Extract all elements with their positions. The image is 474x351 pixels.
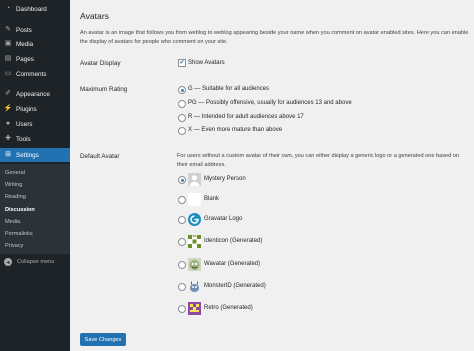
page-icon: ▤	[4, 55, 12, 62]
monsterid-avatar	[188, 280, 201, 293]
brush-icon: ✐	[5, 90, 11, 97]
submenu-item-discussion[interactable]: Discussion	[5, 207, 35, 213]
settings-icon: ⊞	[5, 151, 11, 158]
sidebar-item-appearance[interactable]: ✐ Appearance	[0, 87, 70, 101]
save-changes-button[interactable]: Save Changes	[80, 333, 126, 346]
submenu-item-reading[interactable]: Reading	[5, 194, 26, 200]
wrench-icon: ✚	[5, 135, 11, 142]
comment-icon: ▭	[4, 70, 12, 77]
sidebar-item-tools[interactable]: ✚ Tools	[0, 132, 70, 146]
collapse-menu-button[interactable]: ◂ Collapse menu	[0, 255, 70, 269]
settings-main: Avatars An avatar is an image that follo…	[70, 0, 474, 351]
sidebar-item-dashboard[interactable]: ◔ Dashboard	[0, 2, 70, 16]
avatar-gravatar-label[interactable]: Gravatar Logo	[204, 216, 242, 222]
avatar-identicon-label[interactable]: Identicon (Generated)	[204, 238, 262, 244]
avatar-blank-radio[interactable]	[178, 196, 186, 204]
avatar-mystery-radio[interactable]	[178, 176, 186, 184]
avatar-identicon-radio[interactable]	[178, 238, 186, 246]
collapse-arrow-icon: ◂	[4, 258, 12, 266]
sidebar-item-plugins[interactable]: ⚡ Plugins	[0, 102, 70, 116]
rating-x-radio[interactable]	[178, 127, 186, 135]
rating-g-label[interactable]: G — Suitable for all audiences	[188, 86, 269, 92]
blank-avatar	[188, 193, 201, 206]
retro-avatar	[188, 302, 201, 315]
identicon-avatar	[188, 235, 201, 248]
plug-icon: ⚡	[3, 105, 13, 112]
pin-icon: ✎	[5, 26, 11, 33]
rating-x-label[interactable]: X — Even more mature than above	[188, 127, 282, 133]
submenu-item-general[interactable]: General	[5, 170, 25, 176]
submenu-item-writing[interactable]: Writing	[5, 182, 22, 188]
avatar-retro-label[interactable]: Retro (Generated)	[204, 305, 253, 311]
media-icon: ▣	[4, 40, 12, 47]
show-avatars-checkbox[interactable]: ✔	[178, 59, 186, 67]
rating-r-label[interactable]: R — Intended for adult audiences above 1…	[188, 114, 304, 120]
submenu-item-media[interactable]: Media	[5, 219, 20, 225]
sidebar-item-media[interactable]: ▣ Media	[0, 37, 70, 51]
default-avatar-label: Default Avatar	[80, 153, 120, 160]
sidebar-item-pages[interactable]: ▤ Pages	[0, 52, 70, 66]
rating-pg-label[interactable]: PG — Possibly offensive, usually for aud…	[188, 100, 352, 106]
gravatar-logo-avatar	[188, 213, 201, 226]
avatar-wavatar-radio[interactable]	[178, 261, 186, 269]
avatar-monsterid-label[interactable]: MonsterID (Generated)	[204, 283, 266, 289]
wavatar-avatar	[188, 258, 201, 271]
show-avatars-label[interactable]: Show Avatars	[188, 60, 225, 66]
sidebar-item-comments[interactable]: ▭ Comments	[0, 67, 70, 81]
sidebar-item-users[interactable]: ● Users	[0, 117, 70, 131]
sidebar-item-posts[interactable]: ✎ Posts	[0, 23, 70, 37]
rating-g-radio[interactable]	[178, 86, 186, 94]
rating-pg-radio[interactable]	[178, 100, 186, 108]
submenu-item-privacy[interactable]: Privacy	[5, 243, 23, 249]
settings-submenu: General Writing Reading Discussion Media…	[0, 164, 70, 254]
avatar-blank-label[interactable]: Blank	[204, 196, 219, 202]
default-avatar-description: For users without a custom avatar of the…	[177, 153, 460, 168]
user-icon: ●	[5, 120, 11, 127]
rating-r-radio[interactable]	[178, 114, 186, 122]
dashboard-icon: ◔	[5, 5, 11, 12]
avatar-display-label: Avatar Display	[80, 60, 121, 67]
maximum-rating-label: Maximum Rating	[80, 86, 128, 93]
avatar-gravatar-radio[interactable]	[178, 216, 186, 224]
mystery-person-avatar	[188, 173, 201, 186]
avatar-retro-radio[interactable]	[178, 305, 186, 313]
section-heading: Avatars	[80, 11, 109, 21]
avatar-monsterid-radio[interactable]	[178, 283, 186, 291]
sidebar-item-settings[interactable]: ⊞ Settings	[0, 148, 70, 162]
avatar-mystery-label[interactable]: Mystery Person	[204, 176, 246, 182]
submenu-item-permalinks[interactable]: Permalinks	[5, 231, 33, 237]
admin-sidebar: ◔ Dashboard ✎ Posts ▣ Media ▤ Pages ▭ Co…	[0, 0, 70, 351]
section-description: An avatar is an image that follows you f…	[80, 30, 469, 45]
avatar-wavatar-label[interactable]: Wavatar (Generated)	[204, 261, 260, 267]
